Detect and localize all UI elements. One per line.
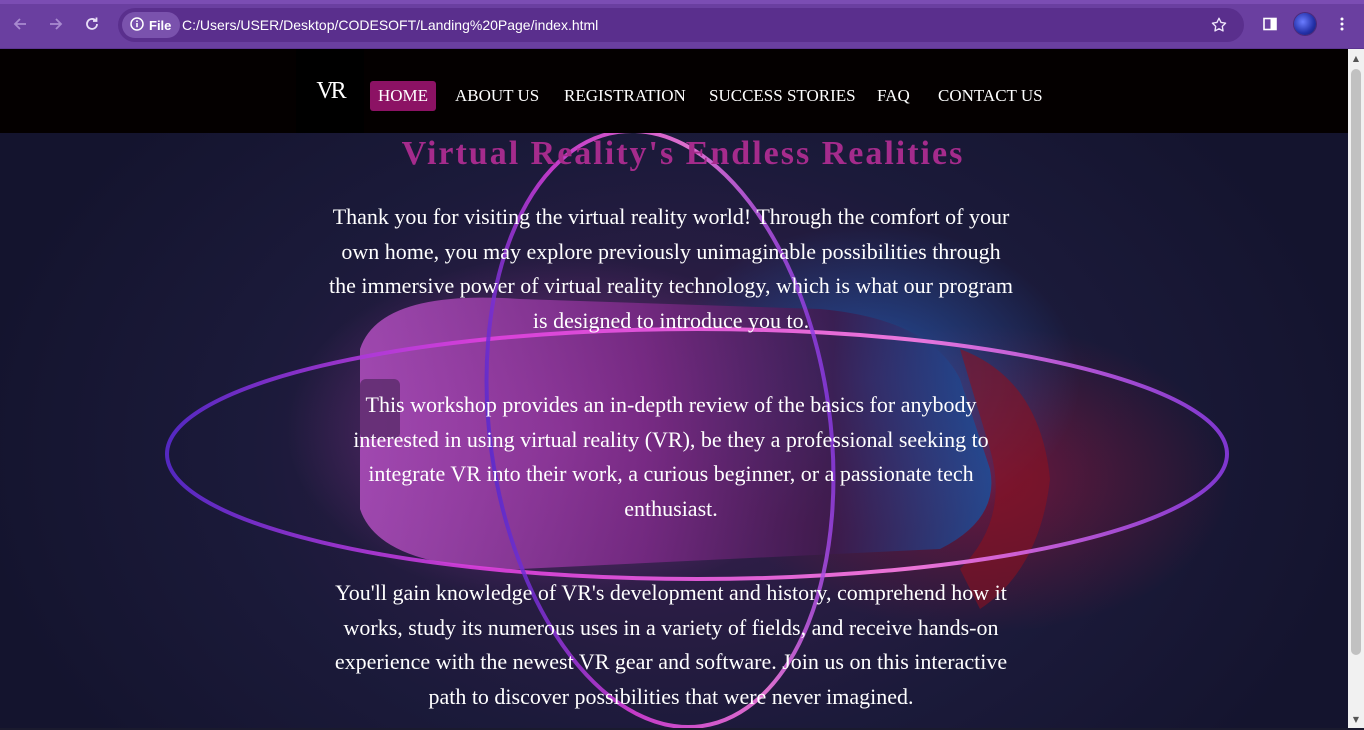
page-scrollbar[interactable]: ▲ ▼	[1348, 49, 1364, 728]
nav-about-us[interactable]: ABOUT US	[447, 81, 547, 111]
nav-home[interactable]: HOME	[370, 81, 437, 111]
scroll-up-arrow-icon[interactable]: ▲	[1348, 51, 1364, 65]
site-chip-label: File	[149, 17, 172, 33]
browser-toolbar: File C:/Users/USER/Desktop/CODESOFT/Land…	[0, 0, 1364, 49]
back-icon[interactable]	[8, 12, 32, 36]
url-text[interactable]: C:/Users/USER/Desktop/CODESOFT/Landing%2…	[182, 8, 598, 42]
nav-success-stories[interactable]: SUCCESS STORIES	[701, 81, 864, 111]
hero-paragraph-intro: Thank you for visiting the virtual reali…	[328, 204, 1014, 333]
scroll-down-arrow-icon[interactable]: ▼	[1348, 712, 1364, 726]
info-icon	[130, 16, 144, 34]
address-bar[interactable]: File C:/Users/USER/Desktop/CODESOFT/Land…	[118, 8, 1244, 42]
reload-icon[interactable]	[80, 12, 104, 36]
site-info-chip[interactable]: File	[122, 12, 181, 38]
site-logo[interactable]: VR	[296, 49, 364, 133]
star-icon[interactable]	[1208, 14, 1230, 36]
hero-title: Virtual Reality's Endless Realities	[401, 135, 965, 172]
nav-registration[interactable]: REGISTRATION	[556, 81, 694, 111]
nav-contact-us[interactable]: CONTACT US	[930, 81, 1051, 111]
hero-paragraph-knowledge: You'll gain knowledge of VR's developmen…	[334, 580, 1008, 709]
nav-faq[interactable]: FAQ	[869, 81, 918, 111]
sidepanel-icon[interactable]	[1258, 12, 1282, 36]
profile-avatar[interactable]	[1294, 13, 1316, 35]
scrollbar-thumb[interactable]	[1351, 69, 1361, 655]
page-viewport: VR HOME ABOUT US REGISTRATION SUCCESS ST…	[0, 49, 1348, 728]
forward-icon[interactable]	[44, 12, 68, 36]
site-navbar: VR HOME ABOUT US REGISTRATION SUCCESS ST…	[0, 49, 1348, 133]
hero-paragraph-workshop: This workshop provides an in-depth revie…	[353, 392, 989, 521]
tab-strip	[0, 0, 1364, 4]
menu-icon[interactable]	[1330, 12, 1354, 36]
